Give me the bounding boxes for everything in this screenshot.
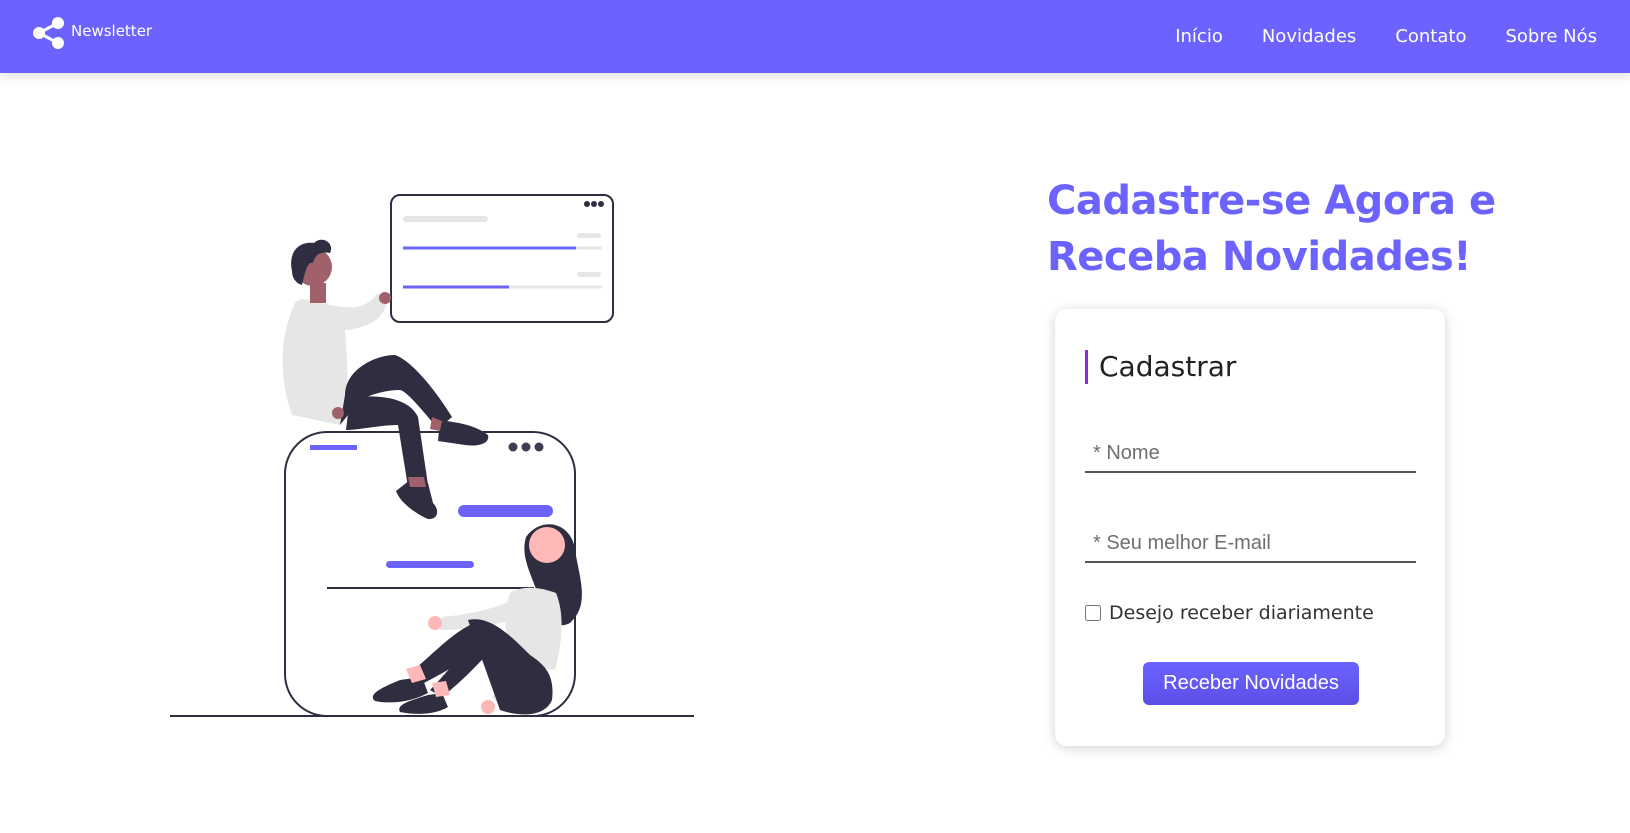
form-title: Cadastrar (1085, 350, 1236, 384)
brand-logo-link[interactable]: Newsletter (32, 16, 152, 50)
nav-link-sobre-nos[interactable]: Sobre Nós (1505, 26, 1597, 47)
site-header: Newsletter Início Novidades Contato Sobr… (0, 0, 1630, 73)
email-input[interactable] (1085, 525, 1416, 563)
daily-checkbox-row[interactable]: Desejo receber diariamente (1085, 602, 1374, 624)
main-nav: Início Novidades Contato Sobre Nós (1175, 0, 1597, 73)
nav-link-inicio[interactable]: Início (1175, 26, 1223, 47)
name-input[interactable] (1085, 435, 1416, 473)
daily-checkbox[interactable] (1085, 605, 1101, 621)
brand-label: Newsletter (71, 22, 153, 40)
floating-window (390, 194, 614, 323)
nav-link-contato[interactable]: Contato (1395, 26, 1466, 47)
submit-button[interactable]: Receber Novidades (1143, 662, 1359, 705)
daily-checkbox-label: Desejo receber diariamente (1109, 602, 1374, 624)
share-icon (33, 17, 64, 49)
newsletter-illustration (170, 194, 694, 717)
nav-link-novidades[interactable]: Novidades (1262, 26, 1356, 47)
hero-title: Cadastre-se Agora e Receba Novidades! (1047, 178, 1496, 280)
signup-card: Cadastrar Desejo receber diariamente Rec… (1055, 309, 1445, 746)
